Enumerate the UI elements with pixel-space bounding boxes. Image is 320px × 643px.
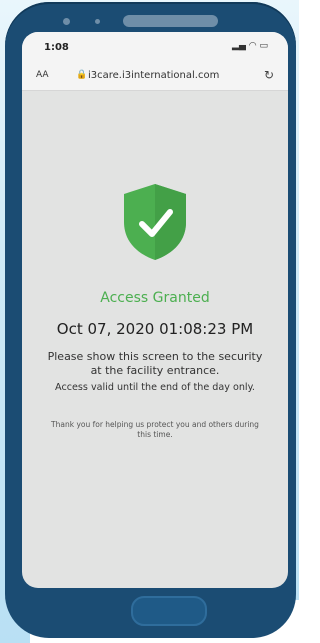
status-time: 1:08 <box>44 42 69 53</box>
text-size-button[interactable]: AA <box>36 70 49 80</box>
home-button[interactable] <box>131 596 207 626</box>
access-datetime: Oct 07, 2020 01:08:23 PM <box>56 320 254 338</box>
browser-address-bar[interactable]: AA 🔒 i3care.i3international.com ↻ <box>22 62 288 91</box>
signal-icon: ▂▄ <box>232 41 246 51</box>
reload-icon[interactable]: ↻ <box>264 68 274 82</box>
status-bar: 1:08 ▂▄ ◠ ▭ <box>22 32 288 62</box>
url-text[interactable]: i3care.i3international.com <box>88 70 219 81</box>
camera-dot <box>63 18 70 25</box>
battery-icon: ▭ <box>259 41 268 51</box>
thanks-text: Thank you for helping us protect you and… <box>51 420 259 439</box>
phone-screen: 1:08 ▂▄ ◠ ▭ AA 🔒 i3care.i3international.… <box>22 32 288 588</box>
instruction-text: Please show this screen to the security … <box>47 350 263 377</box>
wifi-icon: ◠ <box>248 41 257 51</box>
speaker-grille <box>123 15 218 27</box>
shield-svg <box>124 184 186 260</box>
shield-check-icon <box>122 182 188 262</box>
validity-text: Access valid until the end of the day on… <box>55 382 255 393</box>
phone-frame: 1:08 ▂▄ ◠ ▭ AA 🔒 i3care.i3international.… <box>5 2 296 638</box>
status-icons: ▂▄ ◠ ▭ <box>232 41 268 51</box>
lock-icon: 🔒 <box>76 70 88 80</box>
sensor-dot <box>95 19 100 24</box>
access-status: Access Granted <box>100 290 210 306</box>
